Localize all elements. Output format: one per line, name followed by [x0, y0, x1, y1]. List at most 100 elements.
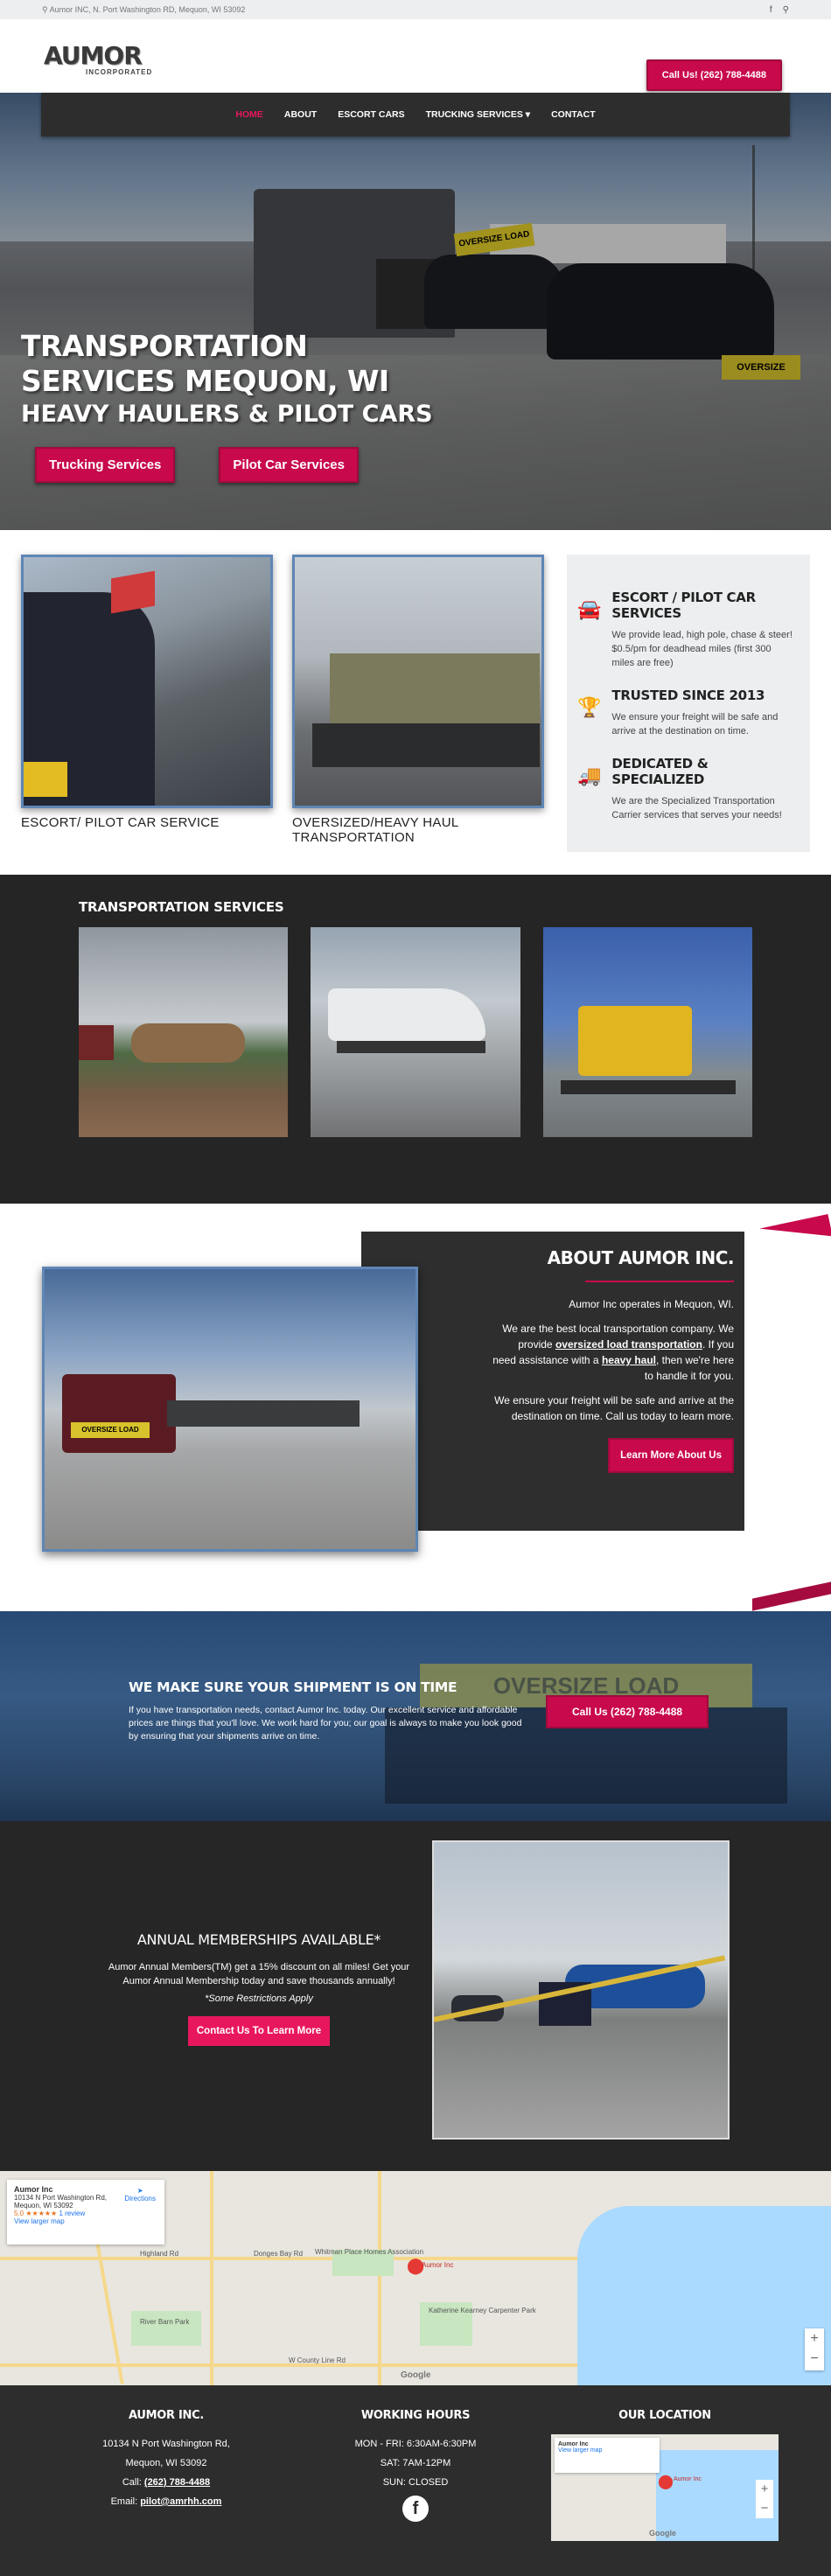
truck-icon: 🚚 [577, 764, 602, 786]
photo-caption: Escort/ Pilot Car Service [21, 815, 220, 830]
memberships-heading: Annual Memberships Available* [136, 1931, 381, 1948]
map-label: River Barn Park [140, 2318, 190, 2326]
oversize-load-sign: OVERSIZE LOAD [71, 1422, 150, 1438]
map-label: Donges Bay Rd [254, 2250, 304, 2258]
service-photo-tank[interactable] [79, 927, 289, 1137]
map-pin-icon: ⚲ [42, 4, 50, 14]
photo-card-escort: Escort/ Pilot Car Service [21, 555, 273, 852]
map-label: Highland Rd [140, 2250, 179, 2258]
shipment-text: We Make Sure Your Shipment Is On Time If… [129, 1679, 531, 1743]
site-logo[interactable]: AUMOR INCORPORATED [44, 44, 151, 82]
about-heading: About Aumor Inc. [547, 1247, 735, 1268]
main-nav: Home About Escort Cars Trucking Services… [41, 93, 790, 136]
about-text: We ensure your freight will be safe and … [494, 1394, 734, 1422]
shipment-body: If you have transportation needs, contac… [129, 1705, 522, 1742]
facebook-icon[interactable]: f [402, 2496, 429, 2522]
directions-icon: ➤ [136, 2187, 143, 2195]
accent-shape [752, 1581, 831, 1611]
features-box: 🚘 Escort / Pilot Car Services We provide… [567, 555, 810, 852]
footer-heading: Our Location [618, 2409, 711, 2422]
directions-link[interactable]: ➤ Directions [124, 2187, 156, 2203]
heavy-haul-photo[interactable] [292, 555, 544, 808]
zoom-in-button[interactable]: + [805, 2328, 824, 2349]
footer-location: Our Location [577, 2406, 752, 2434]
map-zoom-control: + − [805, 2328, 824, 2370]
feature-item: 🏆 Trusted Since 2013 We ensure your frei… [577, 688, 796, 738]
contact-us-button[interactable]: Contact Us To Learn More [187, 2016, 331, 2046]
memberships-photo [432, 1840, 730, 2140]
nav-item-contact[interactable]: Contact [551, 109, 596, 120]
map-label: W County Line Rd [289, 2356, 346, 2364]
memberships-body: Aumor Annual Members(TM) get a 15% disco… [108, 1962, 410, 1986]
feature-text: We are the Specialized Transportation Ca… [611, 796, 782, 820]
call-us-button[interactable]: Call Us! (262) 788-4488 [646, 59, 782, 91]
hero-buttons: Trucking Services Pilot Car Services [35, 447, 359, 483]
facebook-icon[interactable]: f [770, 5, 772, 15]
service-photo-boat[interactable] [311, 927, 520, 1137]
view-larger-map-link[interactable]: View larger map [558, 2447, 656, 2454]
highlights-section: Escort/ Pilot Car Service Oversized/Heav… [0, 530, 831, 875]
hero-heading: Transportation Services Mequon, WI Heavy… [21, 329, 433, 430]
trucking-services-button[interactable]: Trucking Services [35, 447, 176, 483]
nav-item-trucking-services[interactable]: Trucking Services ▾ [426, 109, 530, 120]
map-pin-label: Aumor Inc [422, 2261, 454, 2269]
site-footer: Aumor Inc. 10134 N Port Washington Rd, M… [0, 2385, 831, 2576]
nav-item-escort-cars[interactable]: Escort Cars [338, 109, 404, 120]
feature-title: Dedicated & Specialized [611, 756, 709, 787]
photo-card-heavy-haul: Oversized/Heavy Haul Transportation [292, 555, 544, 852]
transportation-services-section: Transportation Services [0, 875, 831, 1204]
feature-title: Trusted Since 2013 [611, 688, 765, 703]
memberships-section: Annual Memberships Available* Aumor Annu… [0, 1821, 831, 2171]
hero-subtitle: Heavy Haulers & Pilot Cars [21, 401, 433, 428]
heavy-haul-link[interactable]: heavy haul [602, 1354, 656, 1366]
nav-item-home[interactable]: Home [235, 109, 263, 120]
zoom-in-button[interactable]: + [756, 2480, 773, 2499]
memberships-text: Annual Memberships Available* Aumor Annu… [105, 1931, 413, 2046]
photo-caption: Oversized/Heavy Haul Transportation [292, 815, 458, 845]
feature-title: Escort / Pilot Car Services [611, 590, 756, 621]
oversized-load-link[interactable]: oversized load transportation [555, 1338, 702, 1351]
learn-more-button[interactable]: Learn More About Us [608, 1438, 734, 1473]
zoom-out-button[interactable]: − [805, 2349, 824, 2369]
about-text: We are the best local transportation com… [492, 1323, 734, 1382]
lake-area [577, 2206, 831, 2385]
hero-title-line2: Services Mequon, WI [21, 364, 389, 398]
nav-item-about[interactable]: About [284, 109, 317, 120]
location-map[interactable]: Whitman Place Homes Association Katherin… [0, 2171, 831, 2385]
shipment-heading: We Make Sure Your Shipment Is On Time [129, 1679, 457, 1695]
escort-car-photo[interactable] [21, 555, 273, 808]
about-photo: OVERSIZE LOAD [42, 1267, 418, 1552]
about-text: Aumor Inc operates in Mequon, WI. [569, 1298, 734, 1310]
phone-link[interactable]: (262) 788-4488 [144, 2477, 210, 2488]
footer-heading: Aumor Inc. [129, 2409, 204, 2422]
divider [585, 1281, 734, 1282]
google-logo: Google [401, 2370, 431, 2380]
top-bar: ⚲ Aumor INC, N. Port Washington RD, Mequ… [0, 0, 831, 19]
view-larger-map-link[interactable]: View larger map [14, 2217, 157, 2225]
address-text: ⚲ Aumor INC, N. Port Washington RD, Mequ… [42, 4, 246, 14]
service-photo-loader[interactable] [542, 927, 752, 1137]
map-pin-icon[interactable]: ⚲ [783, 5, 789, 15]
about-panel: About Aumor Inc. Aumor Inc operates in M… [361, 1232, 744, 1531]
pilot-car-services-button[interactable]: Pilot Car Services [219, 447, 359, 483]
services-gallery [79, 927, 752, 1137]
google-logo: Google [649, 2529, 676, 2538]
hero-section: OVERSIZE LOAD OVERSIZE Transportation Se… [0, 93, 831, 530]
social-links: f ⚲ [770, 5, 789, 15]
footer-contact: Aumor Inc. 10134 N Port Washington Rd, M… [79, 2406, 254, 2511]
feature-item: 🚘 Escort / Pilot Car Services We provide… [577, 590, 796, 670]
footer-map[interactable]: Aumor Inc View larger map ⬤ Aumor Inc + … [551, 2434, 779, 2541]
footer-heading: Working Hours [360, 2409, 471, 2422]
map-label: Whitman Place Homes Association [315, 2248, 424, 2256]
zoom-out-button[interactable]: − [756, 2499, 773, 2518]
section-heading: Transportation Services [79, 899, 284, 915]
about-section: About Aumor Inc. Aumor Inc operates in M… [0, 1204, 831, 1611]
shipment-section: OVERSIZE LOAD We Make Sure Your Shipment… [0, 1611, 831, 1821]
map-zoom-control: + − [756, 2480, 773, 2518]
call-us-button[interactable]: Call Us (262) 788-4488 [546, 1695, 709, 1728]
map-pin-icon[interactable]: ⬤ [658, 2473, 674, 2490]
car-icon: 🚘 [577, 598, 602, 620]
accent-shape [759, 1213, 831, 1252]
email-link[interactable]: pilot@amrhh.com [140, 2496, 221, 2507]
hero-title-line1: Transportation [21, 329, 308, 363]
